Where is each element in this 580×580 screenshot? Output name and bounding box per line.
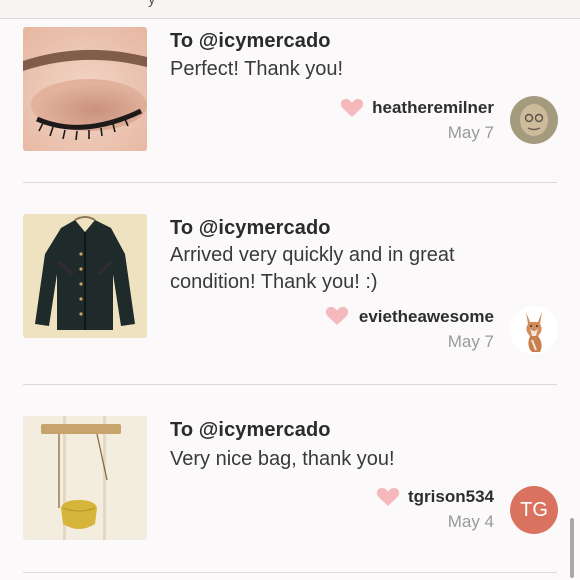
divider [23, 384, 557, 385]
reviewer-avatar[interactable]: TG [510, 486, 558, 534]
bag-photo [23, 416, 147, 540]
divider [23, 572, 557, 573]
reviewer-username[interactable]: evietheawesome [359, 307, 494, 327]
cardigan-photo [23, 214, 147, 338]
reviewer-avatar[interactable] [510, 306, 558, 354]
reviewer-username[interactable]: tgrison534 [408, 487, 494, 507]
listing-thumbnail[interactable] [23, 214, 147, 338]
review-recipient: To @icymercado [170, 419, 331, 441]
review-message: Arrived very quickly and in great condit… [170, 244, 455, 293]
heart-icon[interactable] [325, 306, 349, 326]
review-date: May 4 [447, 512, 494, 531]
fox-avatar [510, 306, 558, 354]
listing-thumbnail[interactable] [23, 416, 147, 540]
review-item[interactable]: To @icymercado Very nice bag, thank you!… [0, 0, 580, 573]
scrollbar[interactable] [570, 518, 574, 578]
heart-icon[interactable] [376, 487, 400, 507]
review-message: Very nice bag, thank you! [170, 448, 395, 470]
avatar-initials: TG [510, 486, 558, 534]
review-recipient: To @icymercado [170, 217, 331, 239]
review-date: May 7 [447, 332, 494, 351]
